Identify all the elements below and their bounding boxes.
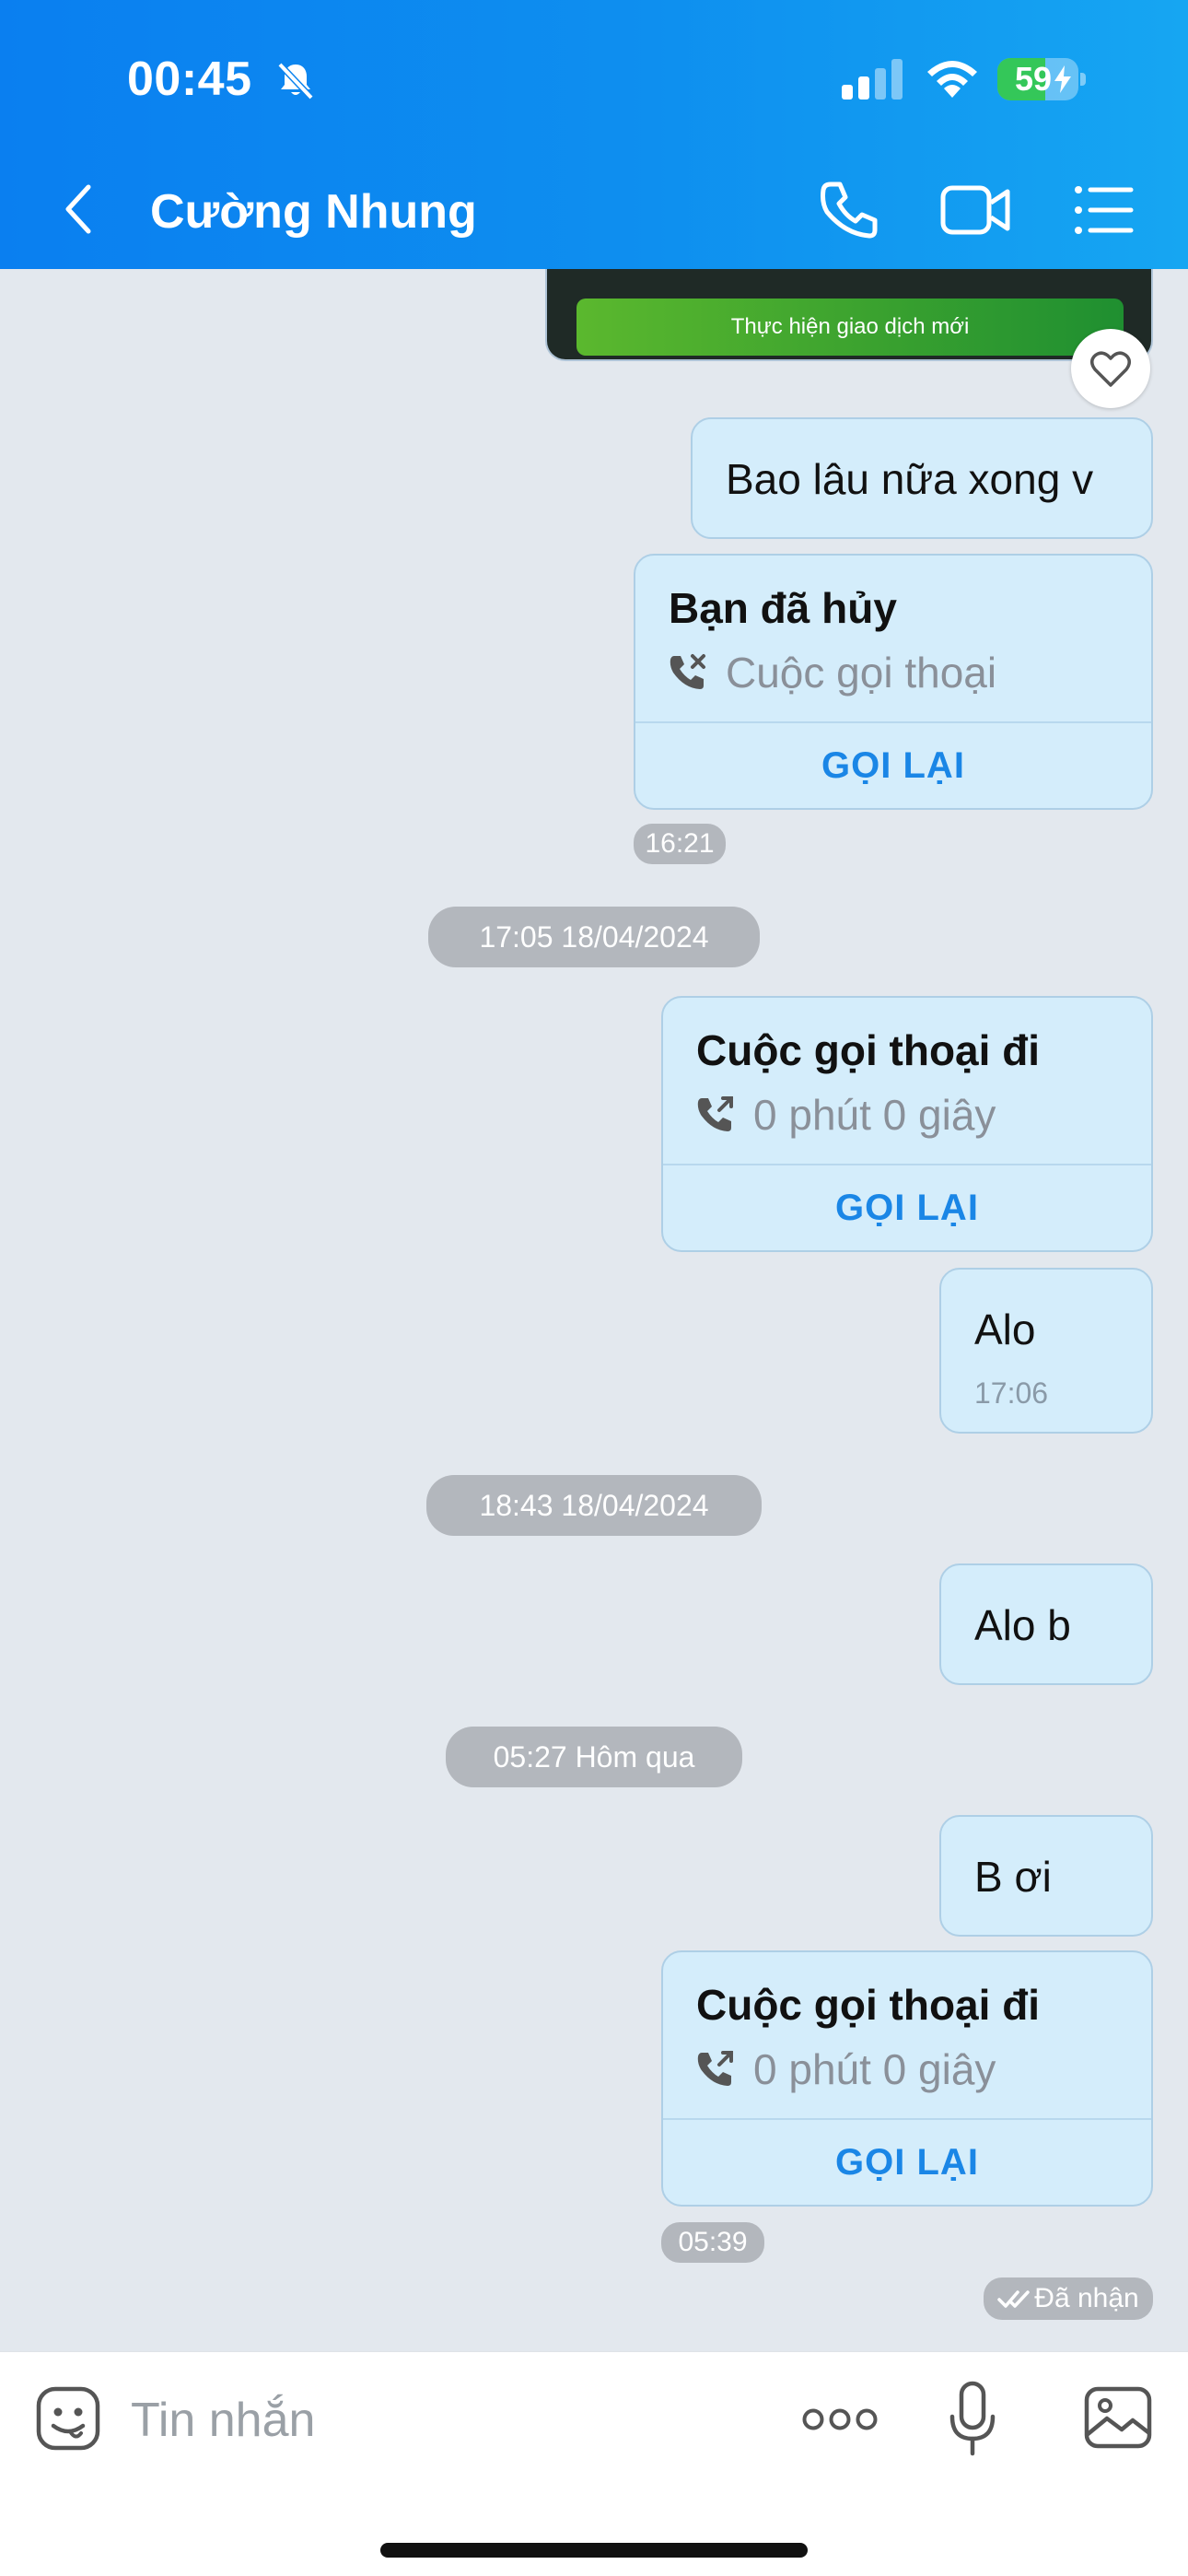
date-separator: 18:43 18/04/2024	[426, 1475, 762, 1536]
heart-icon	[1090, 351, 1131, 387]
call-back-button[interactable]: GỌI LẠI	[635, 723, 1151, 808]
chat-header: 00:45 59 Cường Nhung	[0, 0, 1188, 269]
double-check-icon	[997, 2290, 1031, 2308]
sticker-emoji-icon[interactable]	[35, 2385, 101, 2452]
call-card: Cuộc gọi thoại đi 0 phút 0 giây GỌI LẠI	[661, 1950, 1153, 2207]
battery-indicator: 59	[997, 58, 1086, 100]
message-input[interactable]: Tin nhắn	[131, 2393, 315, 2448]
missed-call-icon	[670, 654, 705, 689]
image-message[interactable]: Thực hiện giao dịch mới	[545, 269, 1153, 361]
call-title: Bạn đã hủy	[669, 584, 897, 632]
message-text: B ơi	[974, 1853, 1052, 1901]
call-title: Cuộc gọi thoại đi	[696, 1026, 1041, 1074]
microphone-icon[interactable]	[949, 2380, 996, 2459]
message-time: 16:21	[634, 824, 726, 864]
react-heart-button[interactable]	[1071, 329, 1150, 408]
message-bubble[interactable]: B ơi	[939, 1815, 1153, 1937]
back-arrow-icon[interactable]	[57, 180, 101, 239]
delivery-status-text: Đã nhận	[1034, 2283, 1139, 2313]
date-separator: 17:05 18/04/2024	[428, 907, 760, 967]
message-time: 17:06	[974, 1376, 1049, 1410]
bell-off-icon	[277, 62, 314, 100]
phone-call-icon[interactable]	[818, 179, 880, 241]
home-indicator	[380, 2543, 808, 2558]
image-gallery-icon[interactable]	[1083, 2385, 1153, 2450]
menu-list-icon[interactable]	[1074, 182, 1135, 238]
message-time: 05:39	[661, 2222, 764, 2263]
outgoing-call-icon	[697, 2051, 733, 2086]
outgoing-call-icon	[697, 1096, 733, 1131]
call-back-button[interactable]: GỌI LẠI	[663, 2120, 1151, 2205]
call-subtitle: Cuộc gọi thoại	[669, 648, 996, 697]
contact-name[interactable]: Cường Nhung	[150, 184, 477, 240]
message-text: Bao lâu nữa xong v	[726, 455, 1094, 503]
call-card: Cuộc gọi thoại đi 0 phút 0 giây GỌI LẠI	[661, 996, 1153, 1252]
call-subtitle-text: 0 phút 0 giây	[753, 1091, 996, 1139]
cellular-signal-icon	[842, 59, 903, 100]
message-text: Alo b	[974, 1601, 1071, 1649]
call-back-button[interactable]: GỌI LẠI	[663, 1165, 1151, 1250]
status-time: 00:45	[127, 53, 252, 106]
call-card: Bạn đã hủy Cuộc gọi thoại GỌI LẠI	[634, 554, 1153, 810]
call-subtitle: 0 phút 0 giây	[696, 1090, 996, 1140]
message-bubble[interactable]: Alo b	[939, 1563, 1153, 1685]
delivery-status: Đã nhận	[984, 2277, 1153, 2320]
call-subtitle-text: Cuộc gọi thoại	[726, 649, 997, 697]
message-bubble[interactable]: Alo 17:06	[939, 1268, 1153, 1434]
message-text: Alo	[974, 1306, 1036, 1353]
call-subtitle-text: 0 phút 0 giây	[753, 2045, 996, 2093]
charging-bolt-icon	[1054, 65, 1071, 93]
more-options-icon[interactable]	[801, 2407, 879, 2431]
call-subtitle: 0 phút 0 giây	[696, 2044, 996, 2094]
message-bubble[interactable]: Bao lâu nữa xong v	[691, 417, 1153, 539]
image-text-banner: Thực hiện giao dịch mới	[577, 299, 1124, 356]
video-call-icon[interactable]	[939, 181, 1013, 240]
date-separator: 05:27 Hôm qua	[446, 1727, 742, 1787]
wifi-icon	[927, 61, 977, 98]
call-title: Cuộc gọi thoại đi	[696, 1981, 1041, 2029]
